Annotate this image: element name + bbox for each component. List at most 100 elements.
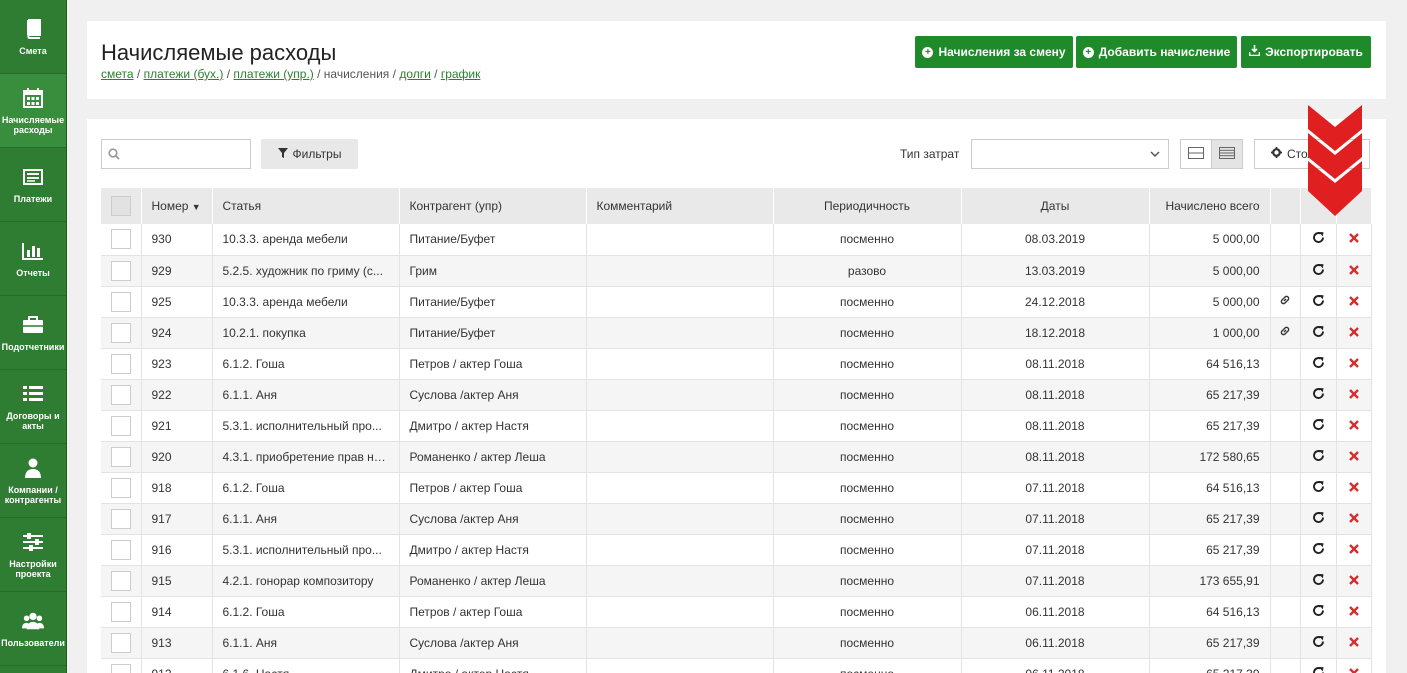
row-checkbox[interactable] bbox=[111, 570, 131, 591]
refresh-icon[interactable] bbox=[1312, 480, 1325, 496]
delete-icon[interactable] bbox=[1348, 419, 1359, 433]
breadcrumb-smeta[interactable]: смета bbox=[101, 67, 134, 81]
delete-icon[interactable] bbox=[1348, 667, 1359, 673]
row-checkbox[interactable] bbox=[111, 446, 131, 467]
table-row[interactable]: 920 4.3.1. приобретение прав на... Романен… bbox=[101, 441, 1372, 472]
detailed-view-button[interactable] bbox=[1211, 139, 1243, 169]
compact-view-button[interactable] bbox=[1180, 139, 1212, 169]
refresh-icon[interactable] bbox=[1312, 573, 1325, 589]
delete-icon[interactable] bbox=[1348, 574, 1359, 588]
column-header-article[interactable]: Статья bbox=[212, 188, 400, 224]
sidebar-item-payments[interactable]: Платежи bbox=[0, 148, 66, 222]
column-header-dates[interactable]: Даты bbox=[961, 188, 1150, 224]
table-row[interactable]: 922 6.1.1. Аня Суслова /актер Аня посменно 0… bbox=[101, 379, 1372, 410]
row-checkbox[interactable] bbox=[111, 322, 131, 343]
cell-date: 24.12.2018 bbox=[961, 286, 1150, 317]
shift-accruals-button[interactable]: + Начисления за смену bbox=[915, 36, 1073, 68]
breadcrumb-schedule[interactable]: график bbox=[441, 67, 481, 81]
refresh-icon[interactable] bbox=[1312, 387, 1325, 403]
row-checkbox[interactable] bbox=[111, 663, 131, 673]
delete-icon[interactable] bbox=[1348, 450, 1359, 464]
column-header-contractor[interactable]: Контрагент (упр) bbox=[399, 188, 587, 224]
link-cell bbox=[1270, 224, 1301, 255]
table-row[interactable]: 918 6.1.2. Гоша Петров / актер Гоша посменн… bbox=[101, 472, 1372, 503]
search-box[interactable] bbox=[101, 139, 251, 169]
refresh-icon[interactable] bbox=[1312, 232, 1325, 247]
delete-icon[interactable] bbox=[1348, 357, 1359, 371]
refresh-icon[interactable] bbox=[1312, 418, 1325, 434]
refresh-icon[interactable] bbox=[1312, 356, 1325, 372]
table-row[interactable]: 913 6.1.1. Аня Суслова /актер Аня посменно 0… bbox=[101, 627, 1372, 658]
row-checkbox[interactable] bbox=[111, 291, 131, 312]
breadcrumb-payments-upr[interactable]: платежи (упр.) bbox=[233, 67, 313, 81]
link-icon[interactable] bbox=[1279, 295, 1291, 309]
delete-cell bbox=[1336, 410, 1372, 441]
column-header-periodicity[interactable]: Периодичность bbox=[773, 188, 962, 224]
row-checkbox[interactable] bbox=[111, 384, 131, 405]
sidebar-item-accountables[interactable]: Подотчетники bbox=[0, 296, 66, 370]
delete-icon[interactable] bbox=[1348, 481, 1359, 495]
search-icon bbox=[108, 148, 120, 163]
row-checkbox[interactable] bbox=[111, 539, 131, 560]
sidebar-item-smeta[interactable]: Смета bbox=[0, 0, 66, 74]
cell-date: 08.11.2018 bbox=[961, 441, 1150, 472]
refresh-icon[interactable] bbox=[1312, 449, 1325, 465]
refresh-icon[interactable] bbox=[1312, 604, 1325, 620]
refresh-icon[interactable] bbox=[1312, 666, 1325, 673]
table-row[interactable]: 916 5.3.1. исполнительный про... Дмитро / … bbox=[101, 534, 1372, 565]
row-checkbox[interactable] bbox=[111, 260, 131, 281]
delete-icon[interactable] bbox=[1348, 326, 1359, 340]
cost-type-select[interactable] bbox=[971, 139, 1169, 169]
table-row[interactable]: 917 6.1.1. Аня Суслова /актер Аня посменно 0… bbox=[101, 503, 1372, 534]
delete-icon[interactable] bbox=[1348, 232, 1359, 246]
filters-button[interactable]: Фильтры bbox=[261, 139, 358, 169]
refresh-icon[interactable] bbox=[1312, 511, 1325, 527]
delete-cell bbox=[1336, 503, 1372, 534]
breadcrumb-debts[interactable]: долги bbox=[399, 67, 431, 81]
export-button[interactable]: Экспортировать bbox=[1241, 36, 1371, 68]
table-row[interactable]: 921 5.3.1. исполнительный про... Дмитро / … bbox=[101, 410, 1372, 441]
cell-contractor: Петров / актер Гоша bbox=[399, 596, 587, 627]
row-checkbox[interactable] bbox=[111, 415, 131, 436]
add-accrual-button[interactable]: + Добавить начисление bbox=[1076, 36, 1237, 68]
row-checkbox[interactable] bbox=[111, 229, 131, 250]
cell-number: 930 bbox=[141, 224, 213, 255]
delete-icon[interactable] bbox=[1348, 264, 1359, 278]
row-checkbox[interactable] bbox=[111, 508, 131, 529]
delete-icon[interactable] bbox=[1348, 636, 1359, 650]
table-row[interactable]: 914 6.1.2. Гоша Петров / актер Гоша посменн… bbox=[101, 596, 1372, 627]
sidebar-item-users[interactable]: Пользователи bbox=[0, 592, 66, 666]
row-checkbox[interactable] bbox=[111, 477, 131, 498]
refresh-icon[interactable] bbox=[1312, 263, 1325, 279]
delete-icon[interactable] bbox=[1348, 543, 1359, 557]
table-row[interactable]: 915 4.2.1. гонорар композитору Романенко /… bbox=[101, 565, 1372, 596]
sidebar-item-contracts[interactable]: Договоры и акты bbox=[0, 370, 66, 444]
refresh-icon[interactable] bbox=[1312, 325, 1325, 341]
breadcrumb-payments-buh[interactable]: платежи (бух.) bbox=[144, 67, 224, 81]
column-header-number[interactable]: Номер ▼ bbox=[141, 188, 213, 224]
column-header-comment[interactable]: Комментарий bbox=[586, 188, 774, 224]
table-row[interactable]: 930 10.3.3. аренда мебели Питание/Буфет пос… bbox=[101, 224, 1372, 255]
sidebar-item-accruals[interactable]: Начисляемые расходы bbox=[0, 74, 66, 148]
row-checkbox[interactable] bbox=[111, 632, 131, 653]
column-header-total[interactable]: Начислено всего bbox=[1149, 188, 1271, 224]
select-all-checkbox[interactable] bbox=[111, 196, 131, 216]
delete-icon[interactable] bbox=[1348, 388, 1359, 402]
table-row[interactable]: 9126.1.6. НастяДмитро / актер Настя посме… bbox=[101, 658, 1372, 673]
delete-icon[interactable] bbox=[1348, 295, 1359, 309]
sidebar-item-companies[interactable]: Компании / контрагенты bbox=[0, 444, 66, 518]
table-row[interactable]: 924 10.2.1. покупка Питание/Буфет посменно 1… bbox=[101, 317, 1372, 348]
delete-icon[interactable] bbox=[1348, 512, 1359, 526]
refresh-icon[interactable] bbox=[1312, 294, 1325, 310]
refresh-icon[interactable] bbox=[1312, 542, 1325, 558]
sidebar-item-reports[interactable]: Отчеты bbox=[0, 222, 66, 296]
row-checkbox[interactable] bbox=[111, 601, 131, 622]
table-row[interactable]: 925 10.3.3. аренда мебели Питание/Буфет пос… bbox=[101, 286, 1372, 317]
table-row[interactable]: 929 5.2.5. художник по гриму (с... Грим раз… bbox=[101, 255, 1372, 286]
delete-icon[interactable] bbox=[1348, 605, 1359, 619]
link-icon[interactable] bbox=[1279, 326, 1291, 340]
row-checkbox[interactable] bbox=[111, 353, 131, 374]
sidebar-item-settings[interactable]: Настройки проекта bbox=[0, 518, 66, 592]
table-row[interactable]: 923 6.1.2. Гоша Петров / актер Гоша посменн… bbox=[101, 348, 1372, 379]
refresh-icon[interactable] bbox=[1312, 635, 1325, 651]
